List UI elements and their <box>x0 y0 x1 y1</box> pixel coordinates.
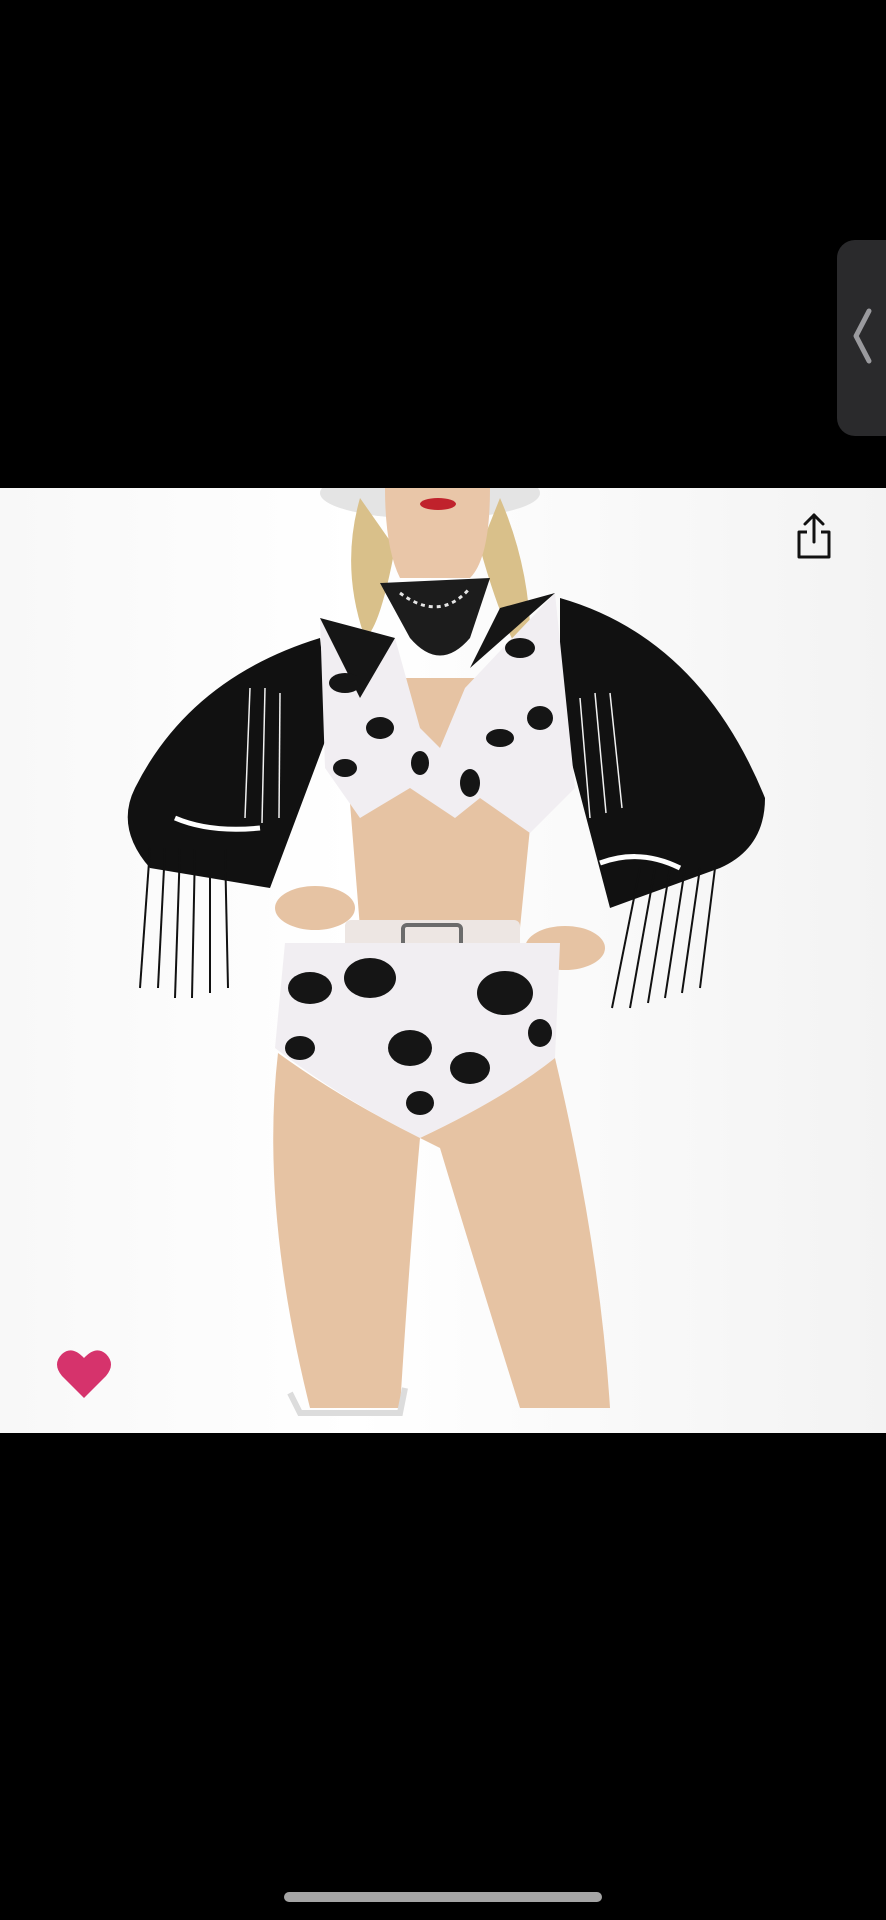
heart-icon <box>56 1348 112 1405</box>
favorite-button[interactable] <box>54 1348 114 1404</box>
image-viewer <box>0 0 886 1920</box>
chevron-left-icon <box>851 307 873 370</box>
share-button[interactable] <box>790 510 838 566</box>
costume-illustration <box>127 488 765 1416</box>
home-indicator[interactable] <box>284 1892 602 1902</box>
share-icon <box>794 512 834 565</box>
product-photo <box>0 488 886 1433</box>
side-panel-handle[interactable] <box>837 240 886 436</box>
